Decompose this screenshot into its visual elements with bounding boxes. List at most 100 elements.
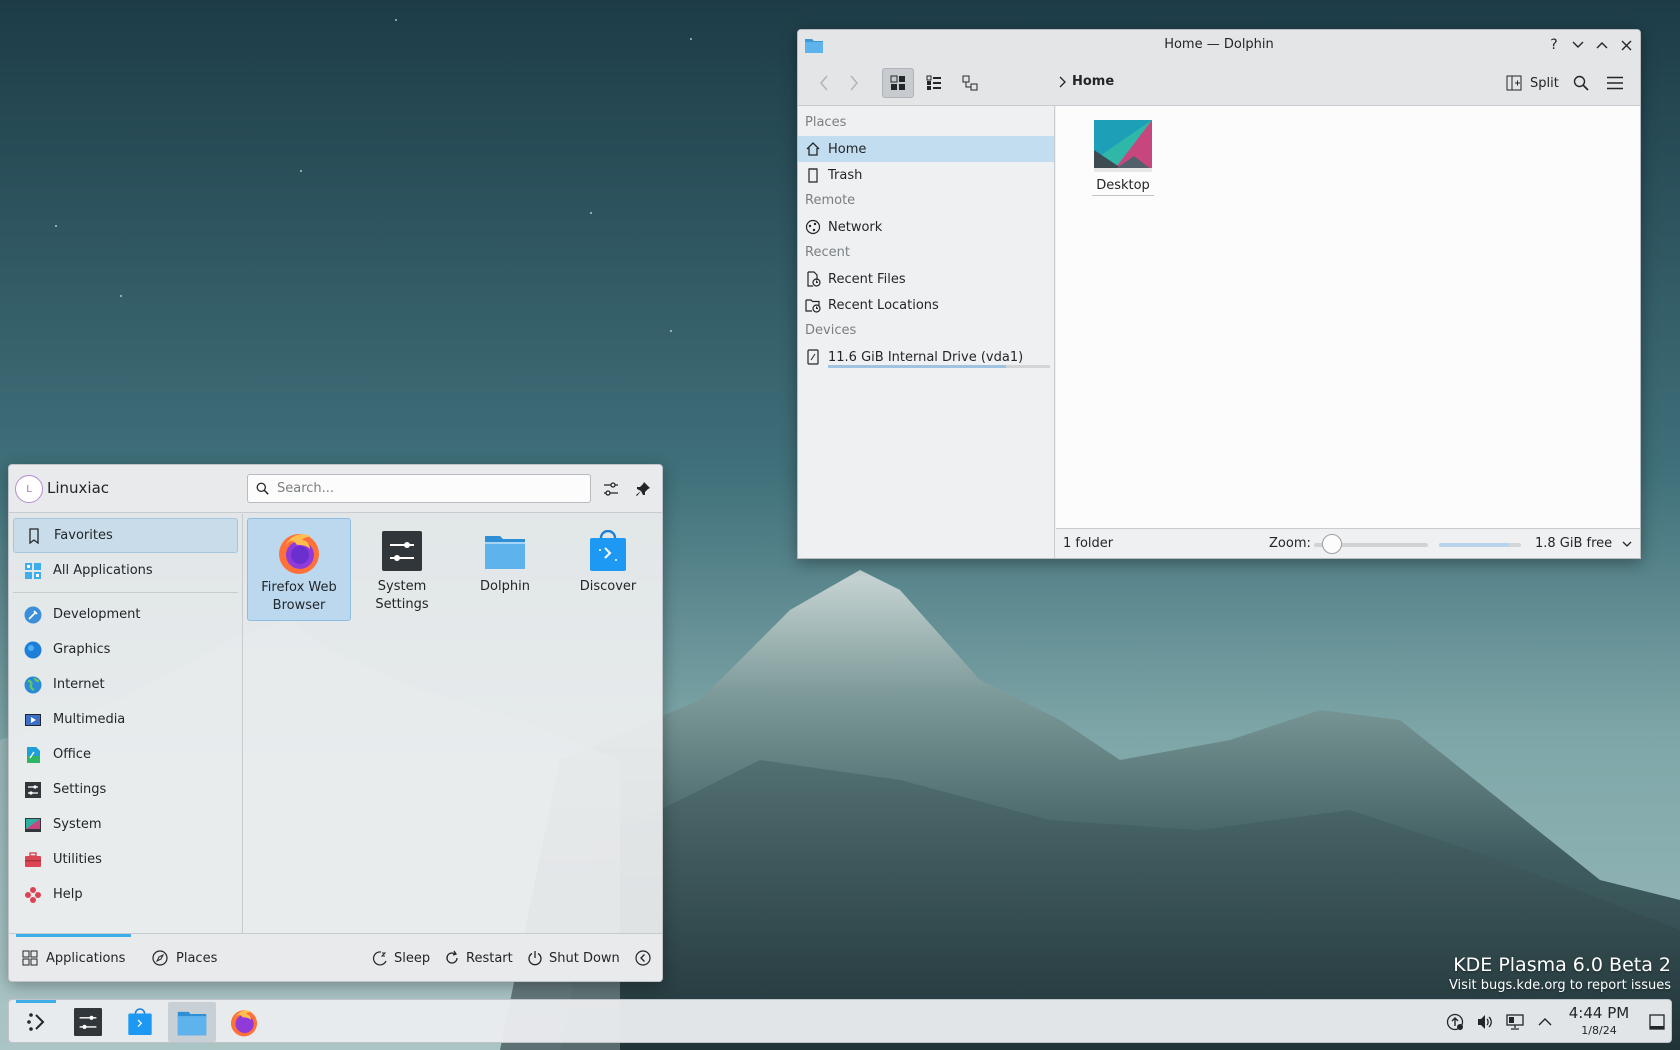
discover-icon bbox=[585, 528, 631, 574]
tray-volume[interactable] bbox=[1475, 1012, 1495, 1032]
split-button[interactable]: Split bbox=[1506, 68, 1559, 98]
sleep-button[interactable]: Sleep bbox=[372, 934, 430, 981]
split-label: Split bbox=[1530, 75, 1559, 91]
free-space-button[interactable]: 1.8 GiB free bbox=[1535, 536, 1632, 551]
places-item-recent-locations[interactable]: Recent Locations bbox=[798, 292, 1054, 318]
search-icon bbox=[1573, 75, 1589, 91]
zoom-slider-handle[interactable] bbox=[1321, 534, 1342, 554]
file-item-desktop[interactable]: Desktop bbox=[1092, 120, 1154, 196]
restart-button[interactable]: Restart bbox=[444, 934, 513, 981]
dolphin-window: Home — Dolphin ? Home Split Places Home … bbox=[797, 29, 1641, 559]
category-system[interactable]: System bbox=[13, 807, 238, 842]
configure-button[interactable] bbox=[599, 477, 623, 501]
close-icon[interactable] bbox=[1616, 35, 1636, 55]
compact-view-button[interactable] bbox=[918, 68, 950, 98]
bookmark-icon bbox=[24, 526, 44, 546]
window-titlebar[interactable]: Home — Dolphin ? bbox=[798, 30, 1640, 60]
icons-view-icon bbox=[890, 75, 905, 90]
graphics-icon bbox=[23, 640, 43, 660]
category-all-applications[interactable]: All Applications bbox=[13, 553, 238, 588]
free-space-bar bbox=[1439, 543, 1521, 547]
task-dolphin[interactable] bbox=[168, 1002, 216, 1042]
app-label: Dolphin bbox=[480, 579, 530, 594]
star bbox=[670, 330, 672, 332]
details-view-button[interactable] bbox=[954, 68, 986, 98]
task-discover[interactable] bbox=[116, 1002, 164, 1042]
category-internet[interactable]: Internet bbox=[13, 667, 238, 702]
category-label: Settings bbox=[53, 782, 107, 797]
category-utilities[interactable]: Utilities bbox=[13, 842, 238, 877]
search-button[interactable] bbox=[1568, 68, 1594, 98]
forward-button[interactable] bbox=[842, 68, 866, 98]
show-desktop-button[interactable] bbox=[1647, 1012, 1667, 1032]
restart-icon bbox=[446, 950, 458, 964]
compass-icon bbox=[152, 950, 168, 966]
dolphin-statusbar: 1 folder Zoom: 1.8 GiB free bbox=[1056, 528, 1640, 558]
back-button[interactable] bbox=[812, 68, 836, 98]
tab-places-label: Places bbox=[176, 950, 218, 966]
app-tile-dolphin[interactable]: Dolphin bbox=[453, 518, 557, 621]
application-launcher-button[interactable] bbox=[12, 1000, 60, 1042]
app-label: System Settings bbox=[375, 579, 429, 612]
task-system-settings[interactable] bbox=[64, 1002, 112, 1042]
places-item-internal-drive[interactable]: 11.6 GiB Internal Drive (vda1) bbox=[798, 344, 1054, 370]
search-field[interactable] bbox=[247, 474, 591, 503]
star bbox=[395, 19, 397, 21]
tray-network[interactable] bbox=[1505, 1012, 1525, 1032]
tray-expand[interactable] bbox=[1535, 1012, 1555, 1032]
volume-icon bbox=[1478, 1015, 1492, 1029]
window-title: Home — Dolphin bbox=[1164, 37, 1274, 52]
leave-options-button[interactable] bbox=[635, 934, 651, 981]
task-firefox[interactable] bbox=[220, 1002, 268, 1042]
places-item-network[interactable]: Network bbox=[798, 214, 1054, 240]
pin-button[interactable] bbox=[631, 477, 655, 501]
category-help[interactable]: Help bbox=[13, 877, 238, 912]
places-item-trash[interactable]: Trash bbox=[798, 162, 1054, 188]
help-icon[interactable]: ? bbox=[1544, 35, 1564, 55]
zoom-label: Zoom: bbox=[1269, 536, 1311, 551]
app-tile-system-settings[interactable]: System Settings bbox=[350, 518, 454, 621]
system-settings-icon bbox=[74, 1008, 102, 1036]
search-input[interactable] bbox=[277, 481, 567, 496]
tray-updates[interactable] bbox=[1445, 1012, 1465, 1032]
development-icon bbox=[23, 605, 43, 625]
category-development[interactable]: Development bbox=[13, 597, 238, 632]
places-item-label: Network bbox=[828, 219, 883, 235]
category-office[interactable]: Office bbox=[13, 737, 238, 772]
tab-applications[interactable]: Applications bbox=[15, 934, 132, 981]
devices-section-header: Devices bbox=[805, 323, 857, 338]
taskbar: 4:44 PM 1/8/24 bbox=[8, 999, 1672, 1043]
settings-icon bbox=[23, 780, 43, 800]
app-tile-firefox[interactable]: Firefox Web Browser bbox=[247, 518, 351, 621]
places-item-label: 11.6 GiB Internal Drive (vda1) bbox=[828, 349, 1024, 365]
places-item-recent-files[interactable]: Recent Files bbox=[798, 266, 1054, 292]
power-icon bbox=[528, 951, 542, 966]
places-item-home[interactable]: Home bbox=[798, 136, 1054, 162]
tab-places[interactable]: Places bbox=[152, 934, 218, 981]
file-view[interactable]: Desktop bbox=[1056, 106, 1640, 528]
dolphin-toolbar: Home Split bbox=[798, 60, 1640, 106]
maximize-icon[interactable] bbox=[1592, 35, 1612, 55]
icons-view-button[interactable] bbox=[882, 68, 914, 98]
hamburger-menu-button[interactable] bbox=[1602, 68, 1628, 98]
breadcrumb[interactable]: Home bbox=[1058, 74, 1114, 89]
category-graphics[interactable]: Graphics bbox=[13, 632, 238, 667]
app-tile-discover[interactable]: Discover bbox=[556, 518, 660, 621]
recent-locations-icon bbox=[805, 297, 821, 313]
hamburger-icon bbox=[1607, 76, 1623, 90]
breadcrumb-home[interactable]: Home bbox=[1072, 74, 1114, 89]
shutdown-button[interactable]: Shut Down bbox=[527, 934, 620, 981]
category-label: Utilities bbox=[53, 852, 102, 867]
category-multimedia[interactable]: Multimedia bbox=[13, 702, 238, 737]
trash-icon bbox=[805, 167, 821, 183]
category-label: Help bbox=[53, 887, 83, 902]
star bbox=[690, 38, 692, 40]
avatar[interactable]: L bbox=[15, 475, 43, 503]
digital-clock[interactable]: 4:44 PM 1/8/24 bbox=[1561, 1003, 1637, 1039]
restart-label: Restart bbox=[466, 950, 513, 966]
category-favorites[interactable]: Favorites bbox=[13, 518, 238, 553]
category-label: Favorites bbox=[54, 528, 113, 543]
star bbox=[55, 225, 57, 227]
category-settings[interactable]: Settings bbox=[13, 772, 238, 807]
minimize-icon[interactable] bbox=[1568, 35, 1588, 55]
